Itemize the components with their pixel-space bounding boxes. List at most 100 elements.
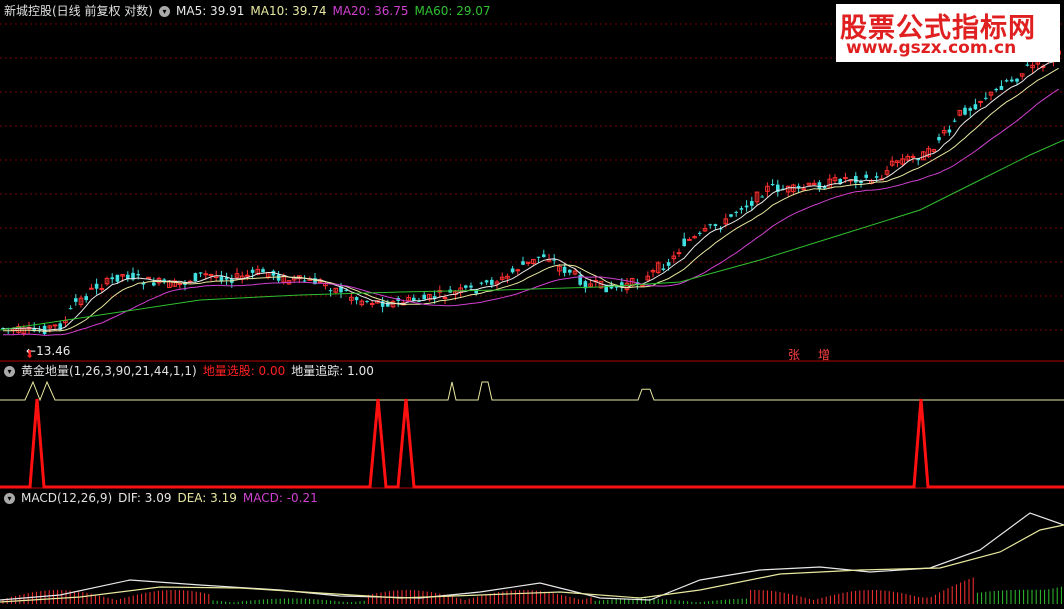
ma10-label: MA10: 39.74	[250, 4, 327, 18]
watermark-url: www.gszx.com.cn	[846, 38, 1017, 58]
candle-body	[760, 196, 764, 198]
candle-body	[354, 297, 359, 301]
candle-body	[999, 85, 1004, 90]
candle-body	[1015, 78, 1019, 82]
ma60-line	[0, 139, 1064, 331]
candle-body	[152, 282, 156, 286]
panel-separators	[0, 360, 1064, 489]
candle-body	[968, 108, 972, 111]
candle-body	[68, 308, 73, 310]
moving-average-lines	[0, 58, 1064, 336]
candle-body	[854, 176, 858, 183]
candle-body	[937, 137, 941, 141]
candle-body	[250, 269, 255, 273]
candle-body	[952, 120, 957, 122]
candle-body	[276, 274, 281, 281]
golden-volume-indicator	[0, 380, 1064, 489]
candle-body	[464, 285, 468, 288]
candle-body	[365, 300, 369, 302]
chart-canvas[interactable]	[0, 0, 1064, 609]
candle-body	[978, 100, 983, 103]
candle-body	[801, 188, 807, 191]
candle-body	[562, 266, 567, 273]
main-panel-header: 新城控股(日线 前复权 对数) ▾ MA5: 39.91 MA10: 39.74…	[4, 3, 497, 19]
candle-body	[484, 280, 489, 283]
candle-body	[750, 201, 754, 206]
candle-body	[864, 174, 868, 178]
candle-body	[734, 211, 738, 213]
candle-body	[1010, 79, 1014, 82]
candle-body	[136, 274, 140, 276]
candle-body	[568, 269, 572, 273]
candle-body	[744, 205, 749, 208]
candle-body	[261, 269, 265, 273]
candle-body	[52, 324, 58, 327]
candle-body	[521, 261, 525, 265]
candle-body	[770, 184, 775, 186]
candle-body	[479, 282, 484, 284]
macd-value-label: MACD: -0.21	[242, 491, 318, 505]
candle-body	[1025, 64, 1030, 66]
candle-body	[910, 155, 916, 158]
candle-body	[245, 274, 250, 277]
site-watermark: 股票公式指标网 www.gszx.com.cn	[836, 4, 1060, 62]
candle-body	[469, 285, 473, 288]
tag-zhang: 张	[788, 348, 801, 362]
candle-body	[713, 224, 718, 226]
dea-label: DEA: 3.19	[177, 491, 237, 505]
candle-body	[947, 129, 952, 133]
tag-zeng: 增	[818, 348, 831, 362]
volume-pick-label: 地量选股: 0.00	[202, 364, 286, 378]
candle-body	[661, 268, 666, 271]
candle-body	[515, 269, 521, 272]
candle-body	[708, 224, 712, 226]
candle-body	[552, 259, 556, 261]
candle-body	[698, 232, 702, 234]
candle-body	[412, 297, 416, 301]
candle-body	[676, 252, 682, 255]
candle-body	[536, 256, 541, 258]
candle-body	[369, 302, 375, 305]
price-grid	[0, 23, 1064, 331]
candle-body	[198, 272, 203, 274]
candle-body	[666, 262, 671, 266]
macd-header: ▾ MACD(12,26,9) DIF: 3.09 DEA: 3.19 MACD…	[4, 490, 324, 506]
candle-body	[874, 176, 879, 178]
candle-body	[963, 107, 967, 115]
candle-body	[203, 273, 209, 276]
candle-body	[94, 283, 99, 289]
candle-body	[442, 297, 448, 300]
candle-body	[110, 277, 114, 280]
main-panel-settings-icon[interactable]: ▾	[159, 5, 170, 17]
candle-body	[994, 88, 998, 91]
candle-body	[99, 287, 105, 290]
candle-body	[193, 273, 198, 282]
candle-body	[682, 238, 686, 247]
candle-body	[115, 274, 120, 282]
candle-body	[74, 298, 78, 302]
candle-body	[302, 280, 307, 282]
candle-body	[973, 104, 978, 110]
golden-volume-title: 黄金地量(1,26,3,90,21,44,1,1)	[21, 364, 197, 378]
dif-label: DIF: 3.09	[118, 491, 172, 505]
candle-body	[984, 97, 988, 99]
stock-title: 新城控股(日线 前复权 对数)	[4, 4, 153, 18]
indicator-settings-icon[interactable]: ▾	[4, 365, 15, 377]
macd-title: MACD(12,26,9)	[21, 491, 113, 505]
candle-body	[1004, 80, 1009, 82]
candle-body	[729, 214, 733, 217]
candle-body	[542, 254, 546, 258]
volume-pick-line	[0, 398, 1064, 489]
candle-body	[510, 268, 515, 273]
candle-body	[328, 290, 333, 292]
ma20-label: MA20: 36.75	[332, 4, 409, 18]
volume-track-label: 地量追踪: 1.00	[291, 364, 374, 378]
candle-body	[739, 208, 744, 210]
candle-body	[177, 283, 183, 286]
ma60-label: MA60: 29.07	[414, 4, 491, 18]
volume-track-line	[0, 380, 1064, 402]
candle-body	[84, 296, 88, 301]
macd-settings-icon[interactable]: ▾	[4, 492, 15, 504]
golden-volume-header: ▾ 黄金地量(1,26,3,90,21,44,1,1) 地量选股: 0.00 地…	[4, 363, 380, 379]
macd-indicator	[0, 512, 1064, 604]
